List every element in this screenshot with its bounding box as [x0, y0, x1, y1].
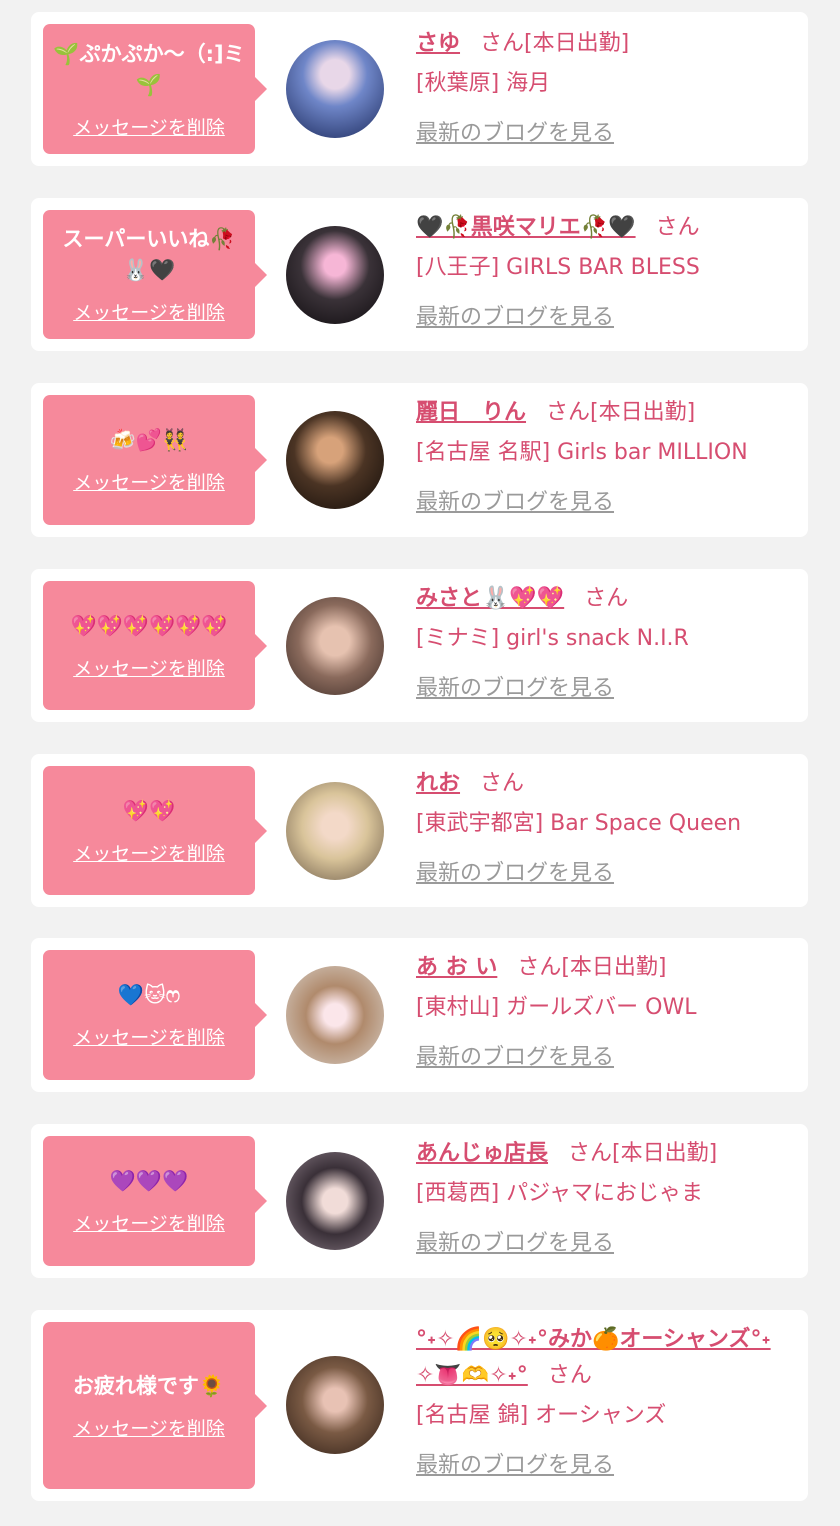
list-item: お疲れ様です🌻 メッセージを削除 °˖✧🌈🥺✧˖°みか🍊オーシャンズ°˖✧👅🫶✧…: [31, 1310, 808, 1501]
cast-name-link[interactable]: あ お い: [416, 955, 497, 980]
delete-message-link[interactable]: メッセージを削除: [73, 1414, 225, 1441]
cast-name-link[interactable]: 🖤🥀黒咲マリエ🥀🖤: [416, 215, 636, 240]
delete-message-link[interactable]: メッセージを削除: [73, 654, 225, 681]
cast-name-link[interactable]: さゆ: [416, 31, 460, 56]
avatar[interactable]: [286, 782, 384, 880]
latest-blog-link[interactable]: 最新のブログを見る: [416, 485, 614, 521]
name-suffix: さん: [584, 586, 629, 611]
name-suffix: さん[本日出勤]: [568, 1141, 718, 1166]
message-bubble: 💙🐱ෆ メッセージを削除: [43, 950, 267, 1080]
latest-blog-link[interactable]: 最新のブログを見る: [416, 1448, 614, 1484]
cast-name-link[interactable]: °˖✧🌈🥺✧˖°みか🍊オーシャンズ°˖✧👅🫶✧˖°: [416, 1327, 771, 1388]
message-bubble: 💖💖💖💖💖💖 メッセージを削除: [43, 581, 267, 710]
latest-blog-link[interactable]: 最新のブログを見る: [416, 856, 614, 892]
avatar[interactable]: [286, 226, 384, 324]
delete-message-link[interactable]: メッセージを削除: [73, 298, 225, 325]
latest-blog-link[interactable]: 最新のブログを見る: [416, 300, 614, 336]
shop-name: [西葛西] パジャマにおじゃま: [416, 1181, 704, 1206]
delete-message-link[interactable]: メッセージを削除: [73, 1023, 225, 1050]
latest-blog-link[interactable]: 最新のブログを見る: [416, 671, 614, 707]
list-item: 💙🐱ෆ メッセージを削除 あ お いさん[本日出勤] [東村山] ガールズバー …: [31, 938, 808, 1092]
message-text: 💖💖💖💖💖💖: [70, 613, 228, 638]
message-text: お疲れ様です🌻: [72, 1373, 226, 1398]
list-item: 🍻💕👯 メッセージを削除 麗日 りん さん[本日出勤] [名古屋 名駅] Girl…: [31, 383, 808, 537]
cast-name-link[interactable]: みさと🐰💖💖: [416, 586, 564, 611]
cast-name-link[interactable]: 麗日 りん: [416, 400, 526, 425]
shop-name: [名古屋 名駅] Girls bar MILLION: [416, 440, 748, 465]
avatar[interactable]: [286, 597, 384, 695]
cast-name-link[interactable]: あんじゅ店長: [416, 1141, 548, 1166]
message-list: 🌱ぷかぷか〜（:]ミ🌱 メッセージを削除 さゆ さん[本日出勤] [秋葉原] 海月…: [0, 0, 840, 1526]
shop-name: [東武宇都宮] Bar Space Queen: [416, 811, 742, 836]
delete-message-link[interactable]: メッセージを削除: [73, 839, 225, 866]
message-text: 💜💜💜: [109, 1169, 189, 1193]
list-item: 🌱ぷかぷか〜（:]ミ🌱 メッセージを削除 さゆ さん[本日出勤] [秋葉原] 海月…: [31, 12, 808, 166]
delete-message-link[interactable]: メッセージを削除: [73, 468, 225, 495]
message-bubble: 🌱ぷかぷか〜（:]ミ🌱 メッセージを削除: [43, 24, 267, 154]
name-suffix: さん: [655, 215, 700, 240]
shop-name: [ミナミ] girl's snack N.I.R: [416, 626, 689, 651]
avatar[interactable]: [286, 40, 384, 138]
message-bubble: 💖💖 メッセージを削除: [43, 766, 267, 895]
latest-blog-link[interactable]: 最新のブログを見る: [416, 1226, 614, 1262]
shop-name: [名古屋 錦] オーシャンズ: [416, 1403, 667, 1428]
message-bubble: スーパーいいね🥀🐰🖤 メッセージを削除: [43, 210, 267, 339]
message-text: 🌱ぷかぷか〜（:]ミ🌱: [53, 41, 245, 97]
delete-message-link[interactable]: メッセージを削除: [73, 1209, 225, 1236]
message-text: 🍻💕👯: [109, 428, 189, 452]
shop-name: [東村山] ガールズバー OWL: [416, 995, 697, 1020]
list-item: 💜💜💜 メッセージを削除 あんじゅ店長 さん[本日出勤] [西葛西] パジャマにお…: [31, 1124, 808, 1278]
list-item: 💖💖 メッセージを削除 れお さん [東武宇都宮] Bar Space Queen…: [31, 754, 808, 907]
latest-blog-link[interactable]: 最新のブログを見る: [416, 1040, 614, 1076]
list-item: 💖💖💖💖💖💖 メッセージを削除 みさと🐰💖💖 さん [ミナミ] girl's sn…: [31, 569, 808, 722]
name-suffix: さん: [547, 1363, 592, 1388]
cast-name-link[interactable]: れお: [416, 771, 460, 796]
shop-name: [秋葉原] 海月: [416, 71, 551, 96]
name-suffix: さん[本日出勤]: [480, 31, 630, 56]
name-suffix: さん: [480, 771, 525, 796]
avatar[interactable]: [286, 411, 384, 509]
avatar[interactable]: [286, 1356, 384, 1454]
name-suffix: さん[本日出勤]: [546, 400, 696, 425]
message-bubble: 💜💜💜 メッセージを削除: [43, 1136, 267, 1266]
message-text: スーパーいいね🥀🐰🖤: [62, 227, 236, 282]
name-suffix: さん[本日出勤]: [517, 955, 667, 980]
delete-message-link[interactable]: メッセージを削除: [73, 113, 225, 140]
message-bubble: 🍻💕👯 メッセージを削除: [43, 395, 267, 525]
message-text: 💙🐱ෆ: [117, 983, 181, 1007]
list-item: スーパーいいね🥀🐰🖤 メッセージを削除 🖤🥀黒咲マリエ🥀🖤 さん [八王子] GI…: [31, 198, 808, 351]
message-text: 💖💖: [122, 798, 176, 823]
avatar[interactable]: [286, 966, 384, 1064]
avatar[interactable]: [286, 1152, 384, 1250]
message-bubble: お疲れ様です🌻 メッセージを削除: [43, 1322, 267, 1489]
latest-blog-link[interactable]: 最新のブログを見る: [416, 116, 614, 152]
shop-name: [八王子] GIRLS BAR BLESS: [416, 255, 700, 280]
